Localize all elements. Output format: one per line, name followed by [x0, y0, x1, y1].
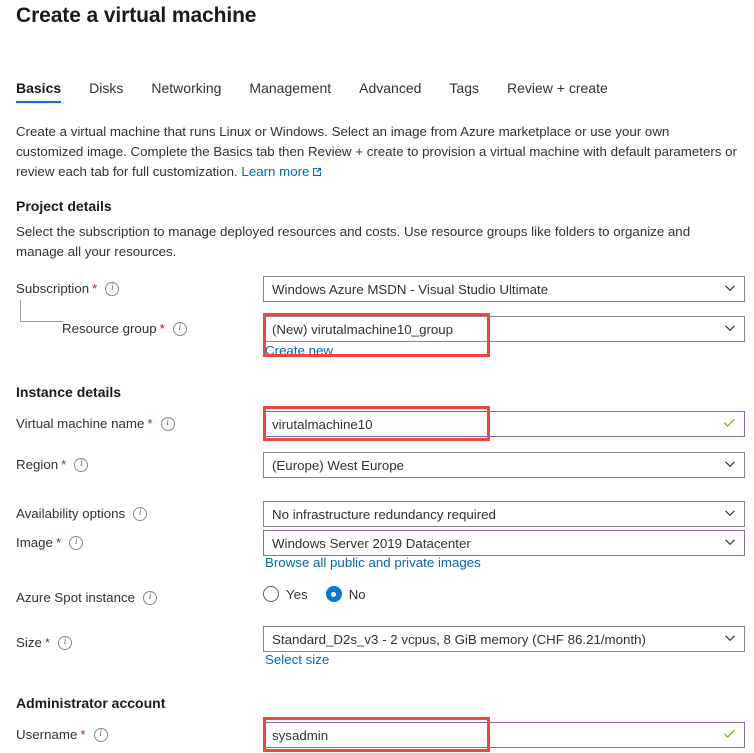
chevron-down-icon: [724, 282, 736, 297]
project-details-description: Select the subscription to manage deploy…: [16, 224, 691, 259]
image-dropdown[interactable]: Windows Server 2019 Datacenter: [263, 530, 745, 556]
username-info-icon[interactable]: i: [93, 727, 108, 742]
size-label-text: Size: [16, 635, 42, 650]
tab-advanced[interactable]: Advanced: [359, 80, 421, 103]
learn-more-link[interactable]: Learn more: [241, 164, 309, 179]
valid-check-icon: [723, 727, 736, 743]
create-vm-page: Create a virtual machine Basics Disks Ne…: [0, 0, 754, 753]
availability-options-value: No infrastructure redundancy required: [272, 506, 496, 522]
select-size-link[interactable]: Select size: [265, 652, 329, 667]
username-required-mark: *: [80, 726, 86, 742]
chevron-down-icon: [724, 536, 736, 551]
azure-spot-instance-label: Azure Spot instance i: [16, 590, 158, 605]
resource-group-tree-connector: [20, 300, 63, 322]
vm-name-value: virutalmachine10: [272, 416, 373, 432]
page-title: Create a virtual machine: [16, 4, 257, 27]
resource-group-label-text: Resource group: [62, 321, 157, 336]
subscription-label: Subscription * i: [16, 280, 120, 296]
vm-name-label-text: Virtual machine name: [16, 416, 145, 431]
chevron-down-icon: [724, 507, 736, 522]
intro-text: Create a virtual machine that runs Linux…: [16, 122, 738, 183]
radio-unselected-icon: [263, 586, 279, 602]
size-label: Size * i: [16, 634, 73, 650]
subscription-required-mark: *: [92, 280, 98, 296]
vm-name-input[interactable]: virutalmachine10: [263, 411, 745, 437]
username-input[interactable]: sysadmin: [263, 722, 745, 748]
vm-name-label: Virtual machine name * i: [16, 416, 175, 431]
image-label-text: Image: [16, 535, 53, 550]
vm-name-info-icon[interactable]: i: [160, 416, 175, 431]
subscription-value: Windows Azure MSDN - Visual Studio Ultim…: [272, 281, 549, 297]
subscription-label-text: Subscription: [16, 281, 90, 296]
resource-group-dropdown[interactable]: (New) virutalmachine10_group: [263, 316, 745, 342]
tab-management[interactable]: Management: [249, 80, 331, 103]
subscription-dropdown[interactable]: Windows Azure MSDN - Visual Studio Ultim…: [263, 276, 745, 302]
instance-details-heading: Instance details: [16, 384, 122, 400]
image-info-icon[interactable]: i: [69, 535, 84, 550]
tab-bar: Basics Disks Networking Management Advan…: [16, 80, 608, 103]
create-new-resource-group-link[interactable]: Create new: [265, 343, 333, 358]
region-value: (Europe) West Europe: [272, 457, 405, 473]
azure-spot-instance-option-yes[interactable]: Yes: [263, 586, 308, 602]
chevron-down-icon: [724, 632, 736, 647]
resource-group-label: Resource group * i: [62, 321, 187, 336]
tab-tags[interactable]: Tags: [449, 80, 479, 103]
chevron-down-icon: [724, 458, 736, 473]
availability-options-label-text: Availability options: [16, 506, 126, 521]
size-info-icon[interactable]: i: [58, 635, 73, 650]
radio-selected-icon: [325, 586, 342, 602]
region-info-icon[interactable]: i: [74, 457, 89, 472]
username-label-text: Username: [16, 727, 78, 742]
region-label-text: Region: [16, 457, 59, 472]
availability-options-dropdown[interactable]: No infrastructure redundancy required: [263, 501, 745, 527]
username-label: Username * i: [16, 727, 108, 742]
region-dropdown[interactable]: (Europe) West Europe: [263, 452, 745, 478]
browse-images-link[interactable]: Browse all public and private images: [265, 555, 481, 570]
image-required-mark: *: [55, 534, 62, 550]
image-label: Image * i: [16, 534, 84, 550]
username-value: sysadmin: [272, 727, 329, 743]
azure-spot-instance-option-no-label: No: [348, 586, 366, 602]
image-value: Windows Server 2019 Datacenter: [272, 535, 471, 551]
region-required-mark: *: [61, 456, 67, 472]
region-label: Region * i: [16, 456, 89, 472]
azure-spot-instance-radio-group: Yes No: [263, 586, 384, 602]
azure-spot-instance-option-yes-label: Yes: [286, 586, 308, 602]
administrator-account-heading: Administrator account: [16, 695, 166, 711]
tab-basics[interactable]: Basics: [16, 80, 62, 103]
availability-options-info-icon[interactable]: i: [133, 506, 148, 521]
tab-networking[interactable]: Networking: [151, 80, 221, 103]
tab-review-create[interactable]: Review + create: [507, 80, 608, 103]
availability-options-label: Availability options i: [16, 506, 148, 521]
resource-group-value: (New) virutalmachine10_group: [272, 321, 454, 337]
tab-disks[interactable]: Disks: [89, 80, 123, 103]
size-value: Standard_D2s_v3 - 2 vcpus, 8 GiB memory …: [272, 631, 646, 647]
resource-group-required-mark: *: [159, 320, 165, 336]
azure-spot-instance-info-icon[interactable]: i: [143, 590, 158, 605]
chevron-down-icon: [724, 322, 736, 337]
size-required-mark: *: [44, 634, 51, 650]
resource-group-info-icon[interactable]: i: [172, 321, 187, 336]
intro-body: Create a virtual machine that runs Linux…: [16, 124, 737, 179]
subscription-info-icon[interactable]: i: [105, 281, 120, 296]
valid-check-icon: [723, 416, 736, 432]
azure-spot-instance-label-text: Azure Spot instance: [16, 590, 136, 605]
size-dropdown[interactable]: Standard_D2s_v3 - 2 vcpus, 8 GiB memory …: [263, 626, 745, 652]
azure-spot-instance-option-no[interactable]: No: [325, 586, 366, 602]
project-details-heading: Project details: [16, 198, 112, 214]
vm-name-required-mark: *: [147, 415, 153, 431]
external-link-icon: [312, 163, 322, 183]
